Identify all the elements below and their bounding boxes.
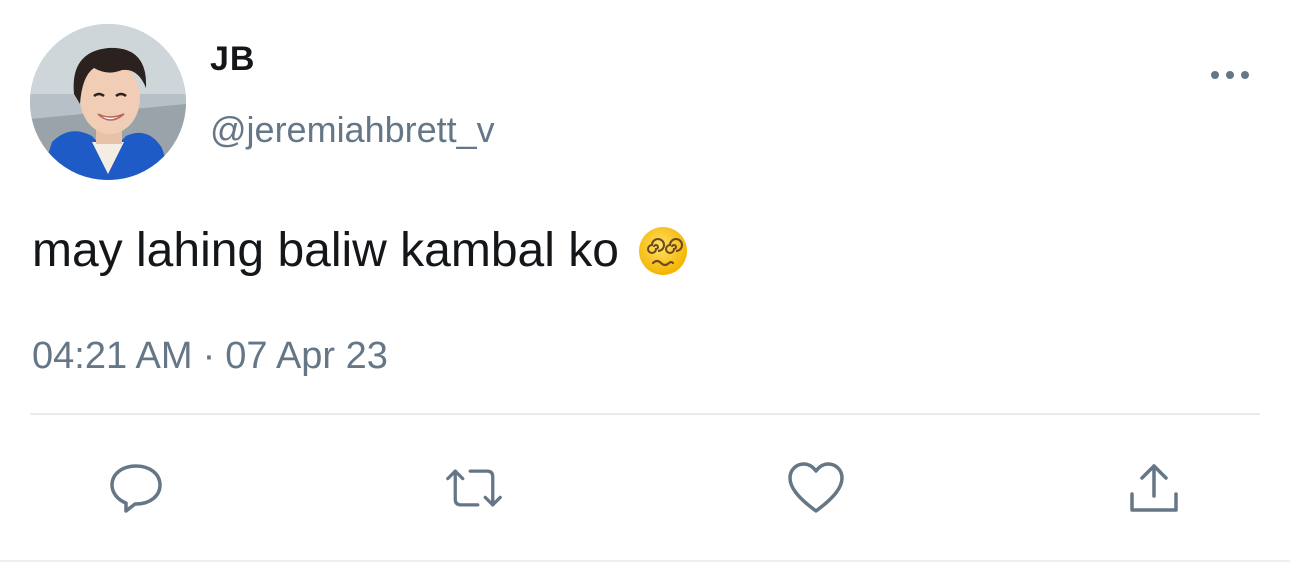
- more-options-button[interactable]: [1200, 58, 1260, 92]
- share-button[interactable]: [1124, 458, 1184, 518]
- retweet-icon: [446, 469, 502, 507]
- bottom-divider: [0, 560, 1290, 562]
- user-handle[interactable]: @jeremiahbrett_v: [210, 112, 495, 148]
- tweet-time: 04:21 AM: [32, 335, 193, 377]
- timestamp-separator: ·: [202, 335, 216, 377]
- tweet-timestamp: 04:21 AM · 07 Apr 23: [32, 334, 388, 378]
- ellipsis-icon: [1211, 71, 1249, 79]
- tweet-text-content: may lahing baliw kambal ko: [32, 224, 619, 277]
- speech-bubble-icon: [110, 464, 162, 513]
- display-name[interactable]: JB: [210, 42, 255, 76]
- divider: [30, 413, 1260, 415]
- tweet-text: may lahing baliw kambal ko: [32, 223, 689, 279]
- heart-icon: [788, 462, 844, 513]
- avatar[interactable]: [30, 24, 186, 180]
- profile-photo: [30, 24, 186, 180]
- share-upload-icon: [1130, 464, 1178, 512]
- retweet-button[interactable]: [444, 458, 504, 518]
- like-button[interactable]: [786, 458, 846, 518]
- face-with-spiral-eyes-icon: [637, 225, 689, 277]
- reply-button[interactable]: [106, 458, 166, 518]
- tweet-date: 07 Apr 23: [225, 335, 388, 377]
